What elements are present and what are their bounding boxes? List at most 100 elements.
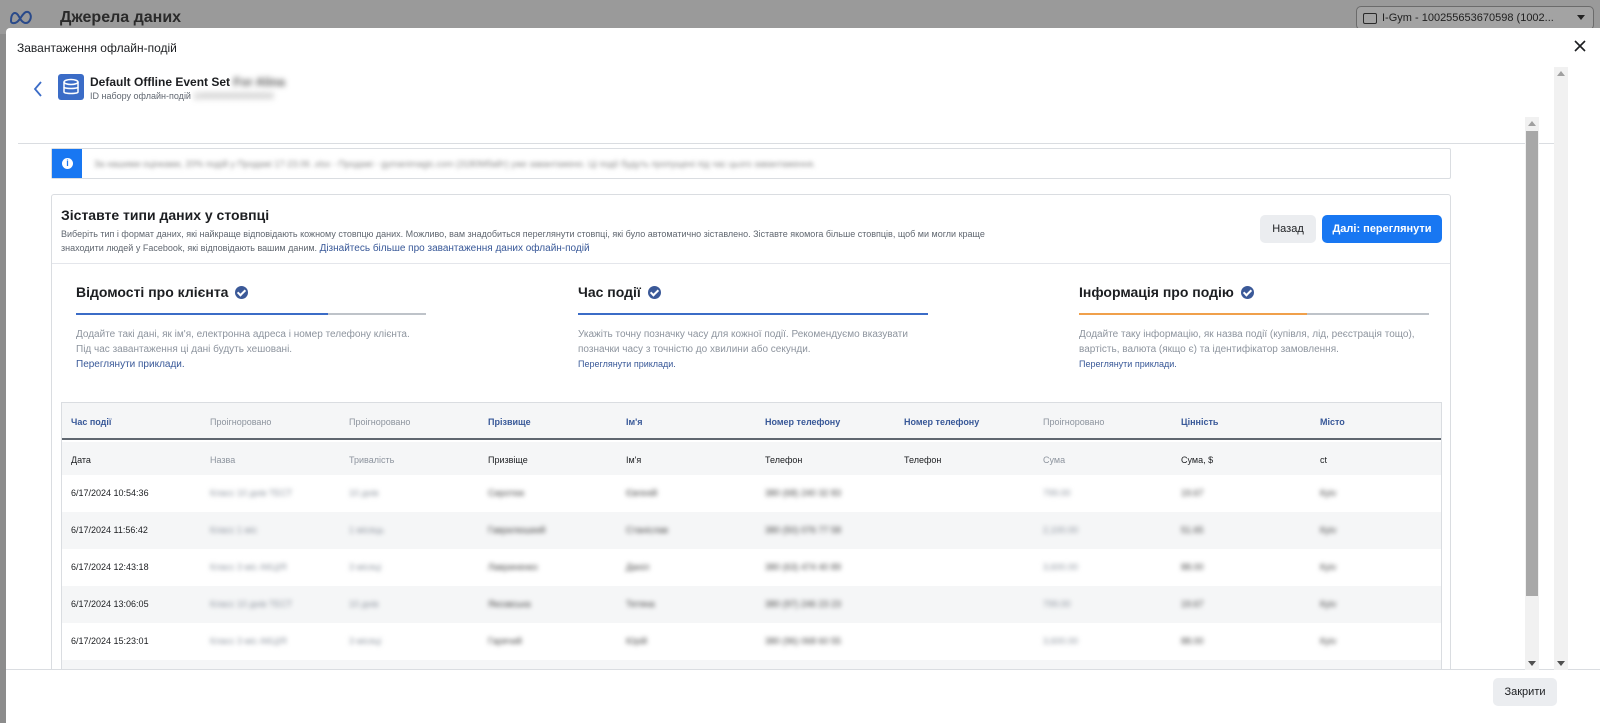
table-cell: Якозвська <box>488 599 531 609</box>
mapped-type-dropdown[interactable]: Прізвище <box>488 417 531 427</box>
table-cell: 19.67 <box>1181 599 1204 609</box>
table-row: 6/17/2024 13:06:05 Класс 10 днів ТЕСТ 10 д… <box>62 586 1441 623</box>
column-mapping-card: Зіставте типи даних у стовпці Виберіть т… <box>51 194 1451 673</box>
table-cell: 380 (63) 474 40 89 <box>765 562 842 572</box>
close-button[interactable]: Закрити <box>1493 678 1557 706</box>
source-column-name: Призвіще <box>488 455 528 465</box>
step-title: Відомості про клієнта <box>76 284 229 300</box>
scroll-up-icon[interactable] <box>1528 121 1536 126</box>
table-cell: 380 (68) 240 32 83 <box>765 488 842 498</box>
scroll-down-icon[interactable] <box>1557 661 1565 666</box>
page-title: Джерела даних <box>60 9 182 26</box>
table-cell: Кyiv <box>1320 488 1337 498</box>
back-chevron-icon[interactable] <box>32 80 44 98</box>
dataset-name: Default Offline Event Set For Alina <box>90 75 285 89</box>
step-customer-info: Відомості про клієнта Додайте такі дані,… <box>76 284 426 372</box>
mapped-type-dropdown[interactable]: Цінність <box>1181 417 1218 427</box>
view-examples-link[interactable]: Переглянути приклади. <box>578 359 676 369</box>
source-column-name: Телефон <box>904 455 942 465</box>
table-cell: Євгеній <box>626 488 658 498</box>
step-progress-bar <box>578 313 928 315</box>
dataset-id-redacted: 1000000000000000 <box>193 91 274 101</box>
modal-footer: Закрити <box>6 669 1600 723</box>
mapped-type-dropdown[interactable]: Номер телефону <box>904 417 979 427</box>
back-button[interactable]: Назад <box>1260 215 1316 243</box>
mapped-type-dropdown[interactable]: Номер телефону <box>765 417 840 427</box>
table-cell: 3 місяці <box>349 562 382 572</box>
table-cell: 799.00 <box>1043 599 1071 609</box>
table-cell: Кyiv <box>1320 562 1337 572</box>
table-cell: Кyiv <box>1320 636 1337 646</box>
table-cell: 10 днів <box>349 599 379 609</box>
table-cell: 1 місяць <box>349 525 384 535</box>
learn-more-link[interactable]: Дізнайтесь більше про завантаження даних… <box>320 243 590 254</box>
info-icon: i <box>52 149 82 178</box>
mapped-type-dropdown[interactable]: Проігноровано <box>1043 417 1104 427</box>
inner-scrollbar[interactable] <box>1525 117 1539 670</box>
mapped-type-dropdown[interactable]: Проігноровано <box>349 417 410 427</box>
source-column-name: Ім'я <box>626 455 642 465</box>
scrollbar-thumb[interactable] <box>1526 131 1538 596</box>
table-cell: Гарячий <box>488 636 522 646</box>
next-review-button[interactable]: Далі: переглянути <box>1322 215 1442 243</box>
outer-scrollbar[interactable] <box>1554 67 1568 670</box>
dataset-header: Default Offline Event Set For Alina ID н… <box>18 66 1562 144</box>
scroll-down-icon[interactable] <box>1528 661 1536 666</box>
source-column-name: ct <box>1320 455 1328 465</box>
table-cell: 88.00 <box>1181 636 1204 646</box>
step-title: Інформація про подію <box>1079 284 1234 300</box>
table-cell: Лавриненко <box>488 562 538 572</box>
mapped-type-dropdown[interactable]: Час події <box>71 417 111 427</box>
table-cell: Кyiv <box>1320 599 1337 609</box>
mapped-type-dropdown[interactable]: Проігноровано <box>210 417 271 427</box>
business-icon <box>1363 12 1377 24</box>
mapping-table: Час події Проігноровано Проігноровано Прізв… <box>61 402 1442 673</box>
table-row: 6/17/2024 11:56:42 Класс 1 міс 1 місяць Гав… <box>62 512 1441 549</box>
table-cell: Станіслав <box>626 525 669 535</box>
mapping-scroll-area: i За нашими оцінками, 20% подій у Продаж… <box>18 145 1562 673</box>
table-cell: 2,100.00 <box>1043 525 1079 535</box>
table-cell: 3 місяці <box>349 636 382 646</box>
close-icon[interactable] <box>1572 38 1588 54</box>
table-cell: 380 (96) 068 60 55 <box>765 636 842 646</box>
table-cell: 3,600.00 <box>1043 636 1079 646</box>
table-cell: 3,600.00 <box>1043 562 1079 572</box>
source-column-name: Телефон <box>765 455 803 465</box>
mapping-description: Виберіть тип і формат даних, які найкращ… <box>61 229 985 254</box>
mapped-type-dropdown[interactable]: Ім'я <box>626 417 643 427</box>
view-examples-link[interactable]: Переглянути приклади. <box>1079 359 1177 369</box>
chevron-down-icon <box>1577 15 1585 20</box>
mapped-type-header-row: Час події Проігноровано Проігноровано Прізв… <box>62 403 1441 440</box>
modal-title: Завантаження офлайн-подій <box>17 41 177 55</box>
step-description: Додайте таку інформацію, як назва події … <box>1079 329 1415 369</box>
step-event-info: Інформація про подію Додайте таку інформ… <box>1079 284 1429 372</box>
table-cell: Сиротюк <box>488 488 525 498</box>
account-selector[interactable]: I-Gym - 100255653670598 (1002... <box>1356 6 1594 30</box>
table-cell: Гаврилюшкий <box>488 525 546 535</box>
check-icon <box>1240 285 1254 299</box>
source-column-name: Сума, $ <box>1181 455 1214 465</box>
table-cell: 19.67 <box>1181 488 1204 498</box>
step-description: Додайте такі дані, як ім'я, електронна а… <box>76 329 410 370</box>
dataset-icon <box>58 74 84 100</box>
view-examples-link[interactable]: Переглянути приклади. <box>76 359 185 370</box>
step-title: Час події <box>578 284 641 300</box>
step-progress-bar <box>76 313 426 315</box>
scroll-up-icon[interactable] <box>1557 71 1565 76</box>
table-cell: Класс 10 днів ТЕСТ <box>210 599 293 609</box>
table-cell: 10 днів <box>349 488 379 498</box>
table-cell: 88.00 <box>1181 562 1204 572</box>
table-cell: 799.00 <box>1043 488 1071 498</box>
table-cell: 380 (50) 076 77 58 <box>765 525 842 535</box>
table-cell: Класс 3 міс АКЦІЯ <box>210 562 287 572</box>
check-icon <box>647 285 661 299</box>
table-cell: Юрій <box>626 636 648 646</box>
table-cell: Класс 3 міс АКЦІЯ <box>210 636 287 646</box>
table-cell: 6/17/2024 13:06:05 <box>71 599 149 609</box>
table-cell: 51.65 <box>1181 525 1204 535</box>
step-event-time: Час події Укажіть точну позначку часу дл… <box>578 284 928 372</box>
meta-logo-icon <box>9 10 32 25</box>
check-icon <box>235 285 249 299</box>
mapped-type-dropdown[interactable]: Місто <box>1320 417 1345 427</box>
table-row: 6/17/2024 10:54:36 Класс 10 днів ТЕСТ 10 д… <box>62 475 1441 512</box>
